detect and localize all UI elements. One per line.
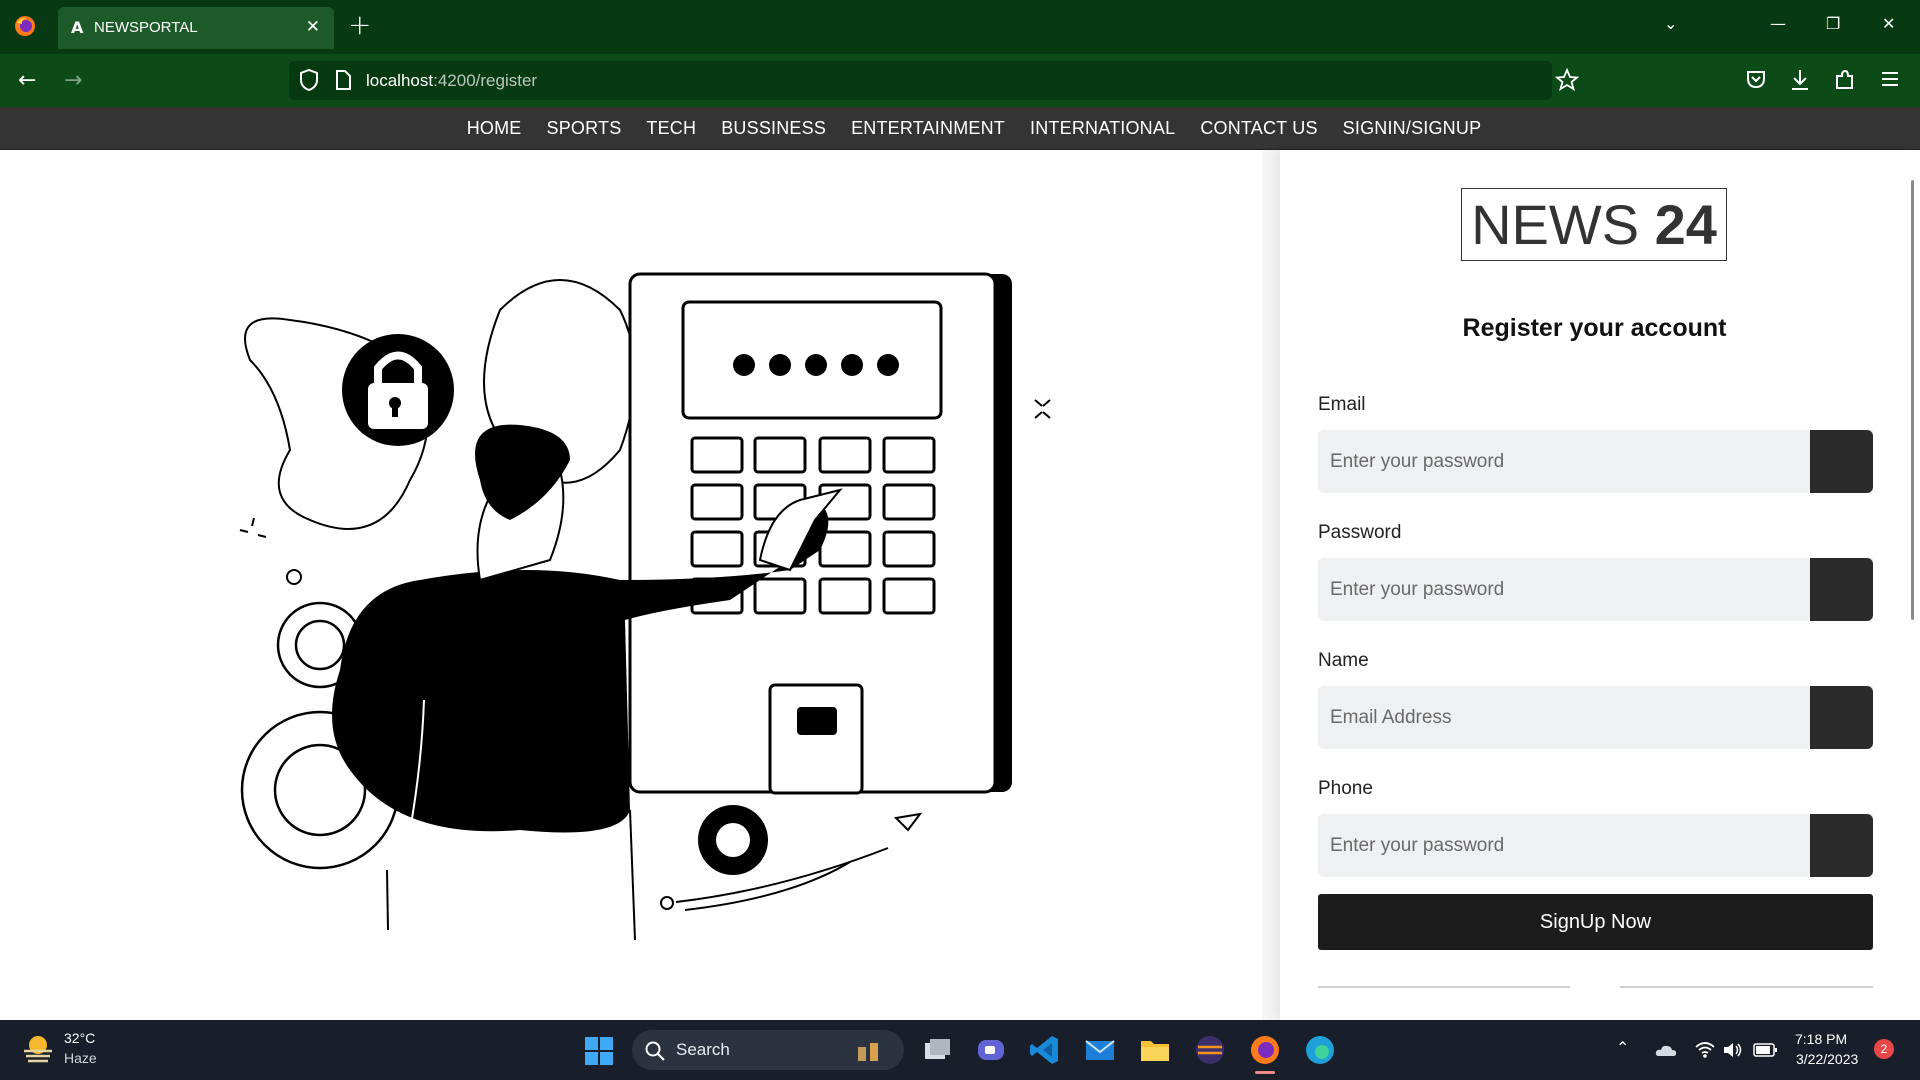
firefox-icon[interactable] xyxy=(14,15,36,37)
clock-time[interactable]: 7:18 PM xyxy=(1795,1031,1847,1047)
phone-addon xyxy=(1810,814,1873,877)
firefox-taskbar-icon[interactable] xyxy=(1248,1033,1282,1067)
logo-text: NEWS 24 xyxy=(1462,197,1726,253)
wifi-icon[interactable] xyxy=(1694,1040,1716,1060)
name-addon xyxy=(1810,686,1873,749)
eclipse-icon[interactable] xyxy=(1193,1033,1227,1067)
search-highlight-icon xyxy=(858,1043,878,1061)
back-icon[interactable]: ← xyxy=(18,68,36,93)
nav-item-entertainment[interactable]: ENTERTAINMENT xyxy=(851,118,1005,139)
form-title: Register your account xyxy=(1462,314,1727,342)
task-view-icon[interactable] xyxy=(920,1033,954,1067)
url-host: localhost xyxy=(366,71,434,90)
password-label: Password xyxy=(1318,522,1402,543)
security-illustration xyxy=(239,272,1051,940)
email-addon xyxy=(1810,430,1873,493)
divider-left xyxy=(1318,986,1570,988)
weather-temperature[interactable]: 32°C xyxy=(64,1030,95,1046)
url-text[interactable]: localhost:4200/register xyxy=(366,71,537,91)
nav-item-signin-signup[interactable]: SIGNIN/SIGNUP xyxy=(1343,118,1482,139)
password-addon xyxy=(1810,558,1873,621)
volume-icon[interactable] xyxy=(1722,1040,1744,1060)
phone-label: Phone xyxy=(1318,778,1373,799)
page-info-icon[interactable] xyxy=(334,69,352,91)
mail-icon[interactable] xyxy=(1083,1033,1117,1067)
browser-tab-strip: A NEWSPORTAL ✕ + ⌄ — ❐ ✕ xyxy=(0,0,1920,54)
email-label: Email xyxy=(1318,394,1366,415)
close-window-icon[interactable]: ✕ xyxy=(1882,14,1895,33)
email-field[interactable] xyxy=(1318,430,1873,493)
nav-item-sports[interactable]: SPORTS xyxy=(547,118,622,139)
news24-logo: NEWS 24 xyxy=(1461,188,1727,261)
edge-icon[interactable] xyxy=(1303,1033,1337,1067)
nav-item-international[interactable]: INTERNATIONAL xyxy=(1030,118,1175,139)
divider-right xyxy=(1620,986,1873,988)
minimize-icon[interactable]: — xyxy=(1770,14,1786,33)
tab-title: NEWSPORTAL xyxy=(94,19,198,36)
vscode-icon[interactable] xyxy=(1028,1033,1062,1067)
phone-field[interactable] xyxy=(1318,814,1873,877)
new-tab-button[interactable]: + xyxy=(348,10,371,40)
scrollbar[interactable] xyxy=(1911,180,1914,620)
extensions-icon[interactable] xyxy=(1833,68,1855,92)
signup-button[interactable]: SignUp Now xyxy=(1318,894,1873,950)
active-app-indicator xyxy=(1255,1071,1275,1074)
weather-haze-icon[interactable] xyxy=(22,1033,54,1063)
url-path: :4200/register xyxy=(433,71,538,90)
show-hidden-icons[interactable]: ⌃ xyxy=(1616,1038,1629,1058)
clock-date[interactable]: 3/22/2023 xyxy=(1796,1051,1858,1067)
onedrive-icon[interactable] xyxy=(1654,1040,1678,1060)
weather-description[interactable]: Haze xyxy=(64,1050,97,1066)
pocket-icon[interactable] xyxy=(1745,68,1767,90)
name-field[interactable] xyxy=(1318,686,1873,749)
close-tab-icon[interactable]: ✕ xyxy=(306,17,320,37)
file-explorer-icon[interactable] xyxy=(1138,1033,1172,1067)
list-all-tabs-icon[interactable]: ⌄ xyxy=(1664,14,1677,33)
battery-icon[interactable] xyxy=(1753,1042,1779,1058)
panel-divider xyxy=(1262,150,1280,1020)
forward-icon[interactable]: → xyxy=(64,68,82,93)
downloads-icon[interactable] xyxy=(1789,68,1811,92)
windows-taskbar xyxy=(0,1020,1920,1080)
browser-tab-newsportal[interactable]: A NEWSPORTAL ✕ xyxy=(58,7,334,49)
angular-icon: A xyxy=(71,18,84,37)
search-label: Search xyxy=(676,1040,730,1059)
nav-item-home[interactable]: HOME xyxy=(467,118,522,139)
notification-badge[interactable]: 2 xyxy=(1874,1039,1894,1059)
name-label: Name xyxy=(1318,650,1369,671)
nav-item-contact-us[interactable]: CONTACT US xyxy=(1200,118,1317,139)
search-icon xyxy=(645,1041,665,1061)
logo-word: NEWS xyxy=(1471,193,1640,256)
bookmark-star-icon[interactable] xyxy=(1555,68,1579,92)
windows-start-icon[interactable] xyxy=(584,1036,614,1066)
restore-icon[interactable]: ❐ xyxy=(1826,14,1840,33)
nav-item-business[interactable]: BUSSINESS xyxy=(721,118,826,139)
nav-item-tech[interactable]: TECH xyxy=(646,118,696,139)
password-field[interactable] xyxy=(1318,558,1873,621)
menu-icon[interactable] xyxy=(1879,68,1901,90)
logo-number: 24 xyxy=(1654,193,1717,256)
site-nav: HOME SPORTS TECH BUSSINESS ENTERTAINMENT… xyxy=(0,107,1920,150)
tracking-protection-icon[interactable] xyxy=(298,68,320,92)
teams-chat-icon[interactable] xyxy=(974,1033,1008,1067)
